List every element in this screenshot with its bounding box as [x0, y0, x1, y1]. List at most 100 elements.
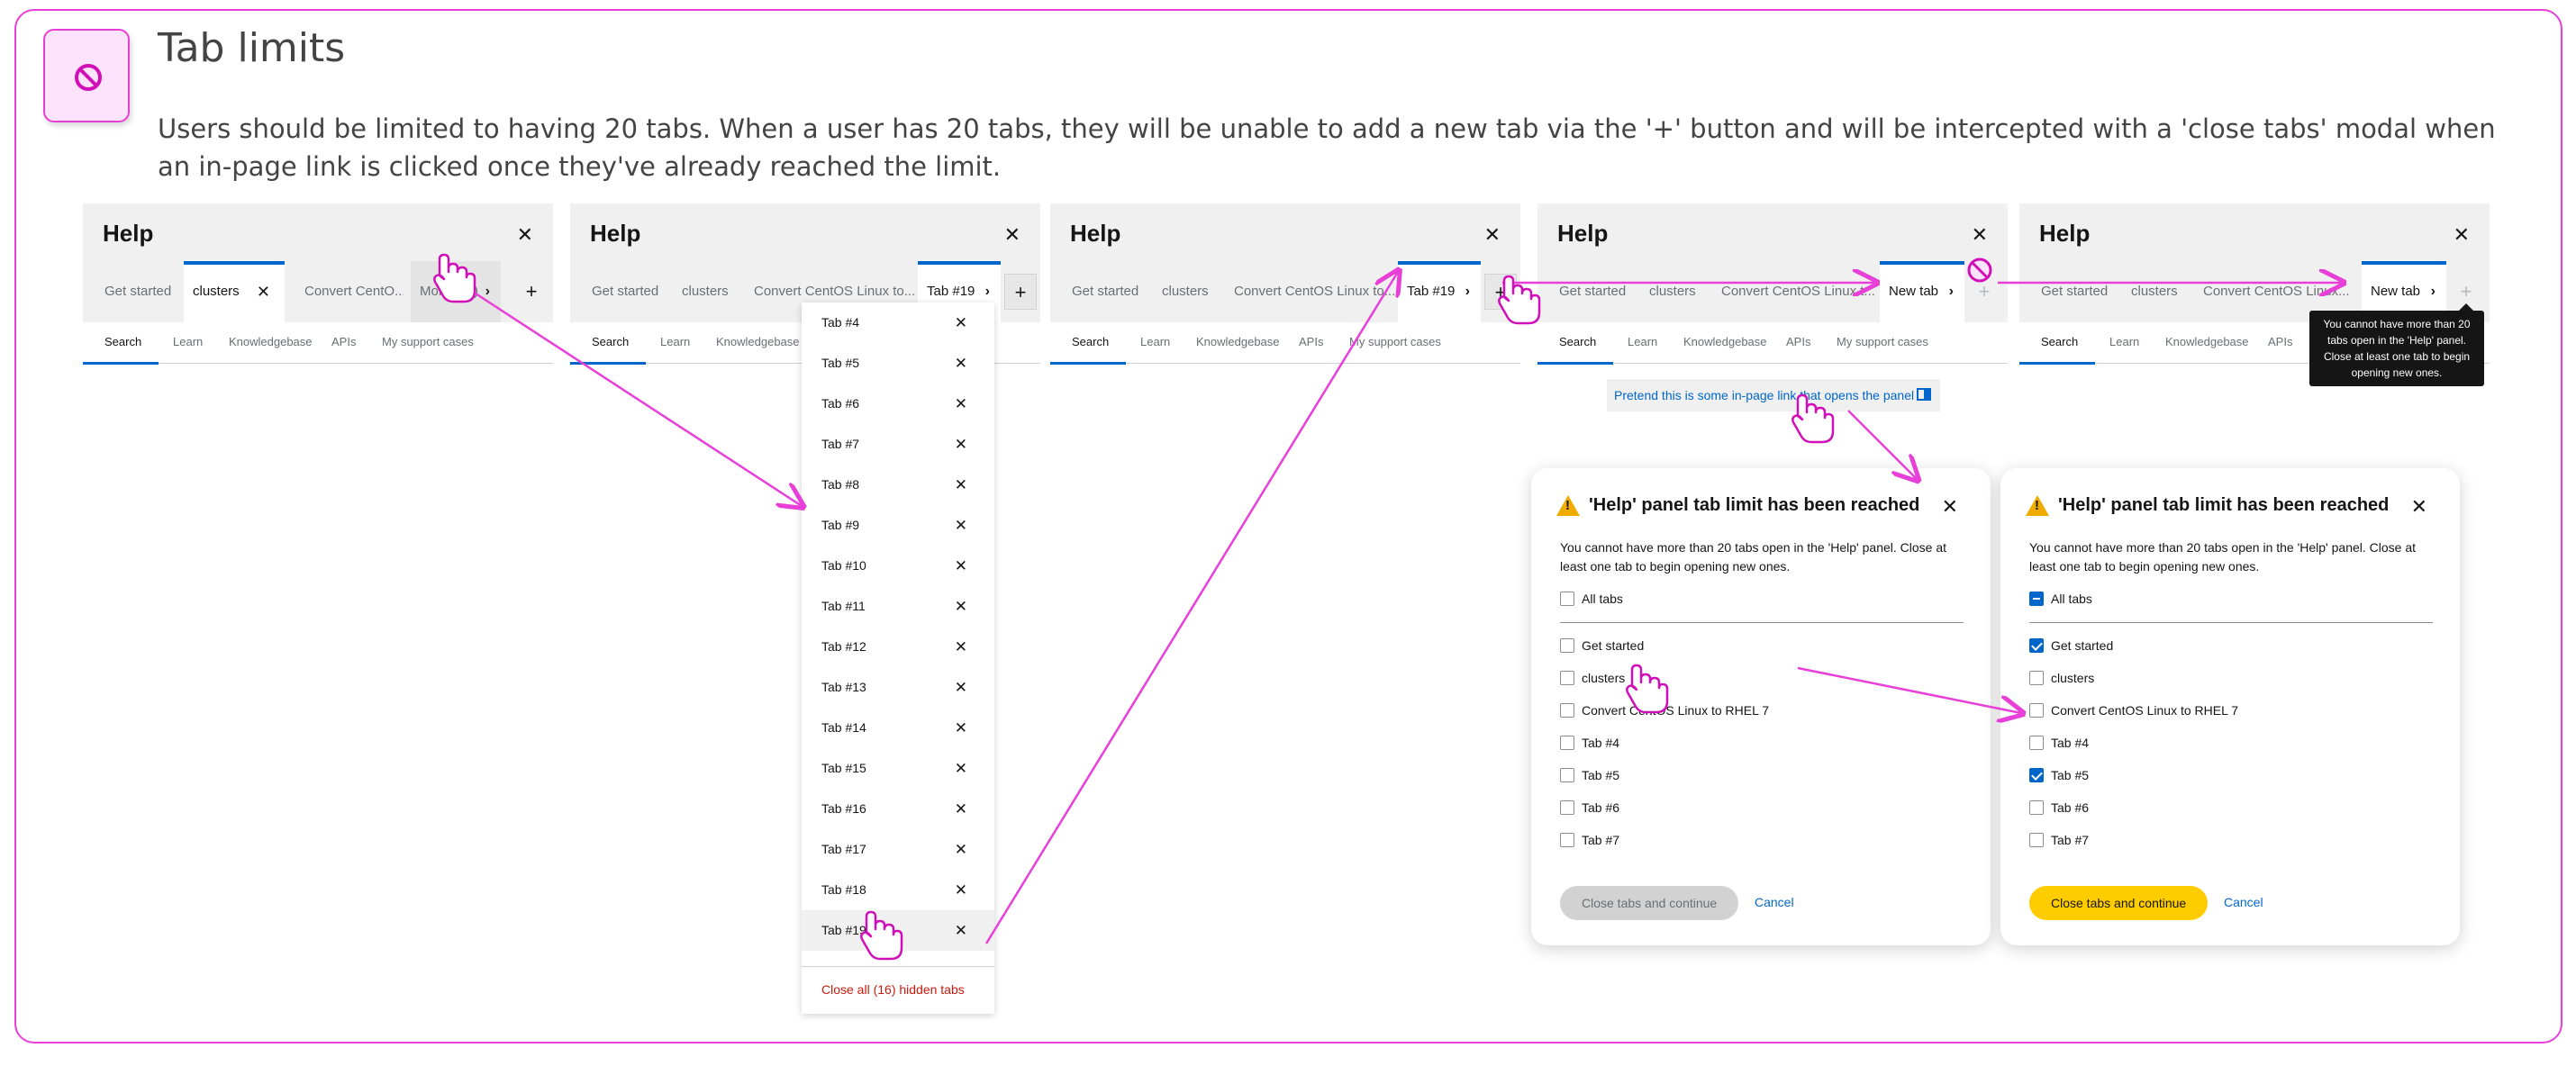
subnav-knowledgebase[interactable]: Knowledgebase	[1683, 335, 1767, 348]
close-icon[interactable]: ✕	[1484, 223, 1501, 247]
subnav-learn[interactable]: Learn	[1140, 335, 1170, 348]
dropdown-item[interactable]: Tab #15 ✕	[802, 748, 994, 789]
subnav-search[interactable]: Search	[592, 335, 629, 348]
checkbox-tab[interactable]: Tab #6	[2029, 798, 2089, 819]
subnav-apis[interactable]: APIs	[1786, 335, 1810, 348]
close-icon[interactable]: ✕	[2411, 495, 2427, 519]
close-tab-icon[interactable]: ✕	[257, 265, 270, 319]
close-icon[interactable]: ✕	[955, 343, 967, 384]
close-tabs-continue-button[interactable]: Close tabs and continue	[2029, 886, 2209, 920]
checkbox[interactable]	[2029, 638, 2044, 653]
close-icon[interactable]: ✕	[955, 303, 967, 343]
subnav-learn[interactable]: Learn	[1628, 335, 1657, 348]
close-icon[interactable]: ✕	[955, 829, 967, 870]
cancel-button[interactable]: Cancel	[2224, 895, 2263, 909]
tab-get-started[interactable]: Get started	[2032, 261, 2122, 322]
checkbox[interactable]	[2029, 736, 2044, 750]
checkbox[interactable]	[2029, 768, 2044, 782]
subnav-search[interactable]: Search	[1559, 335, 1596, 348]
checkbox-tab[interactable]: Convert CentOS Linux to RHEL 7	[1560, 700, 1769, 722]
close-icon[interactable]: ✕	[955, 708, 967, 748]
subnav-knowledgebase[interactable]: Knowledgebase	[229, 335, 313, 348]
tab-get-started[interactable]: Get started	[95, 261, 196, 322]
subnav-search[interactable]: Search	[104, 335, 141, 348]
dropdown-item[interactable]: Tab #18 ✕	[802, 870, 994, 910]
checkbox[interactable]	[1560, 768, 1574, 782]
close-icon[interactable]: ✕	[955, 789, 967, 829]
cancel-button[interactable]: Cancel	[1755, 895, 1794, 909]
close-icon[interactable]: ✕	[955, 424, 967, 465]
close-icon[interactable]: ✕	[1942, 495, 1958, 519]
checkbox[interactable]	[2029, 592, 2044, 606]
subnav-apis[interactable]: APIs	[331, 335, 356, 348]
tab-clusters[interactable]: clusters ✕	[184, 261, 285, 322]
checkbox-tab[interactable]: Tab #4	[2029, 733, 2089, 754]
add-tab-button[interactable]: +	[1004, 274, 1037, 310]
close-icon[interactable]: ✕	[955, 546, 967, 586]
close-icon[interactable]: ✕	[955, 910, 967, 951]
tab-clusters[interactable]: clusters	[673, 261, 745, 322]
tab-get-started[interactable]: Get started	[583, 261, 673, 322]
dropdown-item[interactable]: Tab #10 ✕	[802, 546, 994, 586]
checkbox[interactable]	[1560, 592, 1574, 606]
checkbox[interactable]	[1560, 736, 1574, 750]
close-icon[interactable]: ✕	[955, 748, 967, 789]
checkbox-all-tabs[interactable]: All tabs	[1560, 589, 1623, 610]
close-icon[interactable]: ✕	[2454, 223, 2470, 247]
tab-convert-centos[interactable]: Convert CentO...	[295, 261, 404, 322]
checkbox-tab[interactable]: Get started	[2029, 636, 2113, 657]
dropdown-item[interactable]: Tab #14 ✕	[802, 708, 994, 748]
tab-clusters[interactable]: clusters	[1640, 261, 1712, 322]
dropdown-item[interactable]: Tab #9 ✕	[802, 505, 994, 546]
in-page-link[interactable]: Pretend this is some in-page link that o…	[1607, 379, 1940, 411]
dropdown-item[interactable]: Tab #17 ✕	[802, 829, 994, 870]
checkbox[interactable]	[1560, 638, 1574, 653]
checkbox-tab[interactable]: clusters	[1560, 668, 1625, 690]
close-icon[interactable]: ✕	[955, 627, 967, 667]
close-icon[interactable]: ✕	[955, 465, 967, 505]
checkbox-tab[interactable]: Tab #7	[2029, 830, 2089, 852]
tab-more-overflow[interactable]: More (16) ›	[411, 261, 501, 322]
subnav-knowledgebase[interactable]: Knowledgebase	[2165, 335, 2249, 348]
close-tabs-continue-button[interactable]: Close tabs and continue	[1560, 886, 1739, 920]
subnav-search[interactable]: Search	[2041, 335, 2078, 348]
close-all-hidden-tabs-button[interactable]: Close all (16) hidden tabs	[821, 982, 965, 997]
close-icon[interactable]: ✕	[1004, 223, 1020, 247]
checkbox[interactable]	[2029, 703, 2044, 718]
subnav-apis[interactable]: APIs	[2268, 335, 2292, 348]
tab-get-started[interactable]: Get started	[1063, 261, 1153, 322]
subnav-support-cases[interactable]: My support cases	[1837, 335, 1928, 348]
checkbox[interactable]	[1560, 833, 1574, 847]
tab-convert-centos[interactable]: Convert CentOS Linux to...	[1225, 261, 1405, 322]
checkbox[interactable]	[2029, 800, 2044, 815]
checkbox-tab[interactable]: Tab #5	[1560, 765, 1619, 787]
checkbox[interactable]	[2029, 671, 2044, 685]
subnav-learn[interactable]: Learn	[173, 335, 203, 348]
subnav-learn[interactable]: Learn	[660, 335, 690, 348]
close-icon[interactable]: ✕	[955, 384, 967, 424]
dropdown-item[interactable]: Tab #4 ✕	[802, 303, 994, 343]
close-icon[interactable]: ✕	[1972, 223, 1988, 247]
dropdown-item[interactable]: Tab #19 ✕	[802, 910, 994, 951]
tab-convert-centos[interactable]: Convert CentOS Linux t...	[1712, 261, 1892, 322]
subnav-support-cases[interactable]: My support cases	[1349, 335, 1441, 348]
tab-19[interactable]: Tab #19 ›	[1398, 261, 1481, 322]
subnav-search[interactable]: Search	[1072, 335, 1109, 348]
checkbox-all-tabs[interactable]: All tabs	[2029, 589, 2092, 610]
subnav-apis[interactable]: APIs	[1299, 335, 1323, 348]
close-icon[interactable]: ✕	[955, 667, 967, 708]
checkbox-tab[interactable]: Tab #5	[2029, 765, 2089, 787]
checkbox[interactable]	[1560, 671, 1574, 685]
close-icon[interactable]: ✕	[955, 870, 967, 910]
subnav-support-cases[interactable]: My support cases	[382, 335, 474, 348]
checkbox-tab[interactable]: Tab #4	[1560, 733, 1619, 754]
dropdown-item[interactable]: Tab #6 ✕	[802, 384, 994, 424]
checkbox-tab[interactable]: Tab #7	[1560, 830, 1619, 852]
checkbox-tab[interactable]: clusters	[2029, 668, 2094, 690]
checkbox-tab[interactable]: Convert CentOS Linux to RHEL 7	[2029, 700, 2238, 722]
dropdown-item[interactable]: Tab #7 ✕	[802, 424, 994, 465]
add-tab-button[interactable]: +	[1968, 274, 2000, 310]
tab-clusters[interactable]: clusters	[1153, 261, 1225, 322]
tab-get-started[interactable]: Get started	[1550, 261, 1640, 322]
close-icon[interactable]: ✕	[955, 505, 967, 546]
